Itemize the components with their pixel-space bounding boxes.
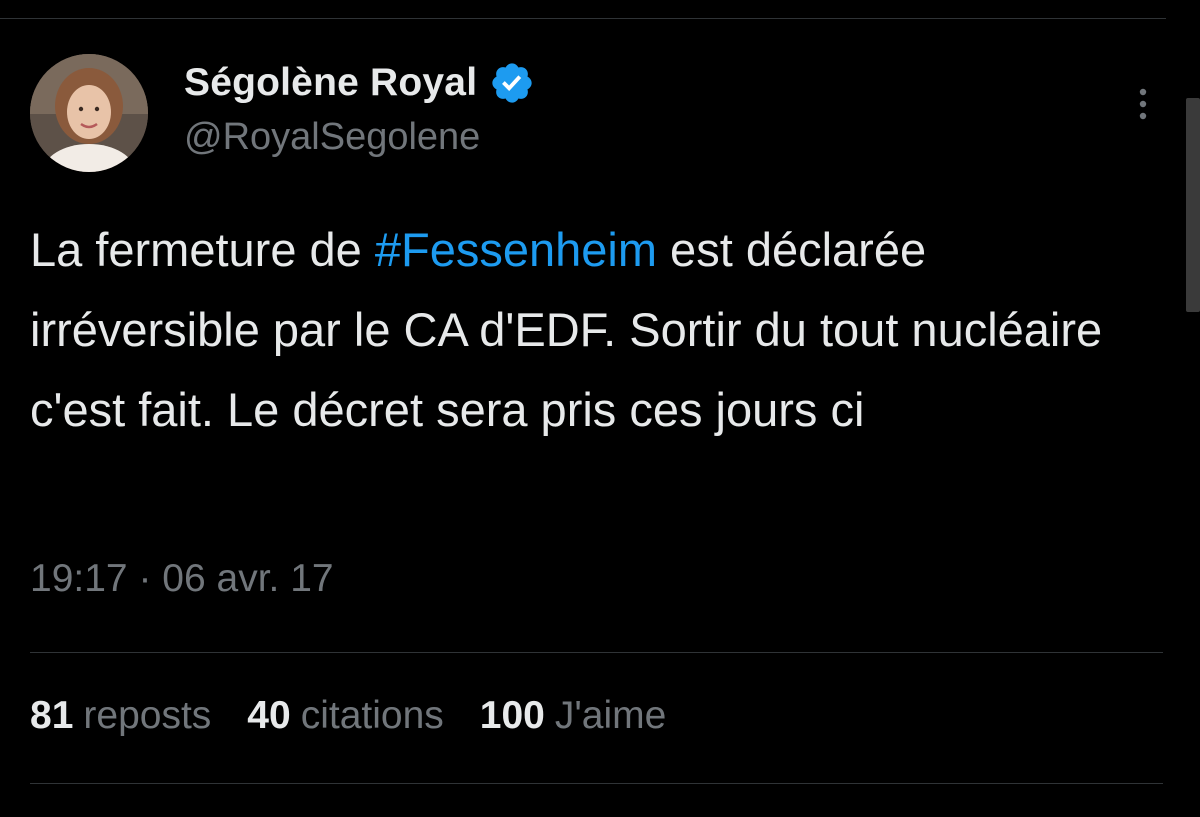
name-row: Ségolène Royal (184, 56, 535, 110)
likes-stat[interactable]: 100 J'aime (480, 694, 667, 738)
likes-count: 100 (479, 694, 545, 737)
display-name[interactable]: Ségolène Royal (184, 61, 477, 105)
quotes-stat[interactable]: 40 citations (247, 694, 443, 738)
divider (30, 652, 1163, 653)
scrollbar[interactable] (1186, 0, 1200, 817)
tweet-time: 19:17 (30, 557, 128, 600)
timestamp-separator: · (138, 557, 152, 600)
scrollbar-thumb[interactable] (1186, 98, 1200, 312)
tweet-text-before: La fermeture de (30, 223, 375, 276)
handle[interactable]: @RoyalSegolene (184, 116, 535, 159)
tweet-date: 06 avr. 17 (162, 557, 334, 600)
reposts-label: reposts (83, 694, 212, 737)
top-divider (0, 0, 1166, 19)
quotes-label: citations (300, 694, 444, 737)
quotes-count: 40 (247, 694, 291, 737)
hashtag-link[interactable]: #Fessenheim (375, 223, 657, 276)
tweet-header: Ségolène Royal @RoyalSegolene (184, 56, 535, 159)
reposts-count: 81 (30, 694, 74, 737)
timestamp[interactable]: 19:17 · 06 avr. 17 (30, 557, 334, 601)
engagement-stats: 81 reposts 40 citations 100 J'aime (30, 694, 702, 738)
tweet-text: La fermeture de #Fessenheim est déclarée… (30, 210, 1130, 450)
reposts-stat[interactable]: 81 reposts (30, 694, 211, 738)
more-options-icon[interactable] (1128, 86, 1158, 126)
likes-label: J'aime (554, 694, 667, 737)
verified-badge-icon[interactable] (489, 60, 535, 106)
avatar[interactable] (30, 54, 148, 172)
divider (30, 783, 1163, 784)
